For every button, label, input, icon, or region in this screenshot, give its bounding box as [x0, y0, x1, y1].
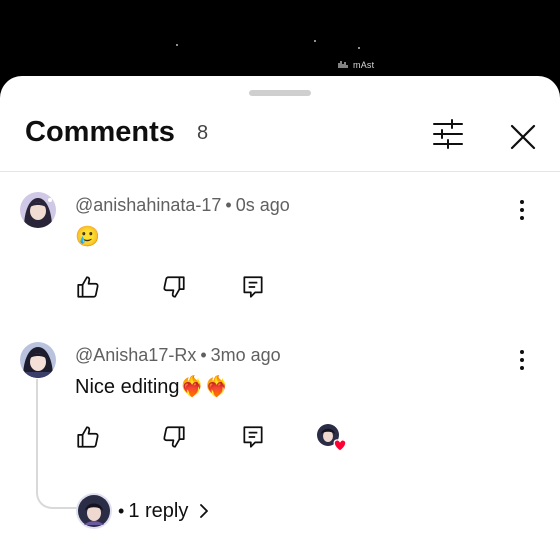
- more-options-button[interactable]: [512, 348, 532, 372]
- drag-handle[interactable]: [249, 90, 311, 96]
- creator-heart-icon: [317, 424, 347, 452]
- comment-text: Nice editing❤️‍🔥❤️‍🔥: [75, 376, 230, 398]
- comments-sheet: Comments 8 @anishahinata-17 • 0s ago 🥲 @…: [0, 76, 560, 560]
- comment-time: 0s ago: [235, 195, 290, 215]
- thumb-down-icon: [163, 276, 185, 298]
- reply-button[interactable]: [240, 424, 266, 450]
- header-divider: [0, 171, 560, 172]
- comment-author[interactable]: @anishahinata-17: [75, 195, 221, 215]
- avatar: [76, 493, 112, 529]
- video-speck: [358, 47, 360, 49]
- reply-icon: [243, 276, 263, 298]
- comment-meta: @Anisha17-Rx • 3mo ago: [75, 345, 281, 365]
- comment-time: 3mo ago: [210, 345, 281, 365]
- dislike-button[interactable]: [161, 274, 187, 300]
- comment-meta: @anishahinata-17 • 0s ago: [75, 195, 290, 215]
- thumb-up-icon: [77, 426, 99, 448]
- video-speck: [176, 44, 178, 46]
- comment-author[interactable]: @Anisha17-Rx: [75, 345, 196, 365]
- like-button[interactable]: [75, 274, 101, 300]
- creator-heart-badge: [316, 423, 348, 453]
- reply-button[interactable]: [240, 274, 266, 300]
- reply-icon: [243, 426, 263, 448]
- like-button[interactable]: [75, 424, 101, 450]
- sliders-icon: [433, 119, 463, 149]
- thumb-up-icon: [77, 276, 99, 298]
- avatar[interactable]: [20, 342, 56, 378]
- user-avatar-image: [20, 192, 56, 228]
- video-player-area[interactable]: mAst: [0, 0, 560, 80]
- comment-text: 🥲: [75, 226, 100, 248]
- reply-separator: •: [118, 500, 125, 521]
- panel-title: Comments: [25, 116, 175, 148]
- video-watermark: mAst: [338, 60, 374, 70]
- more-options-button[interactable]: [512, 198, 532, 222]
- user-avatar-image: [20, 342, 56, 378]
- comment-count: 8: [197, 122, 209, 144]
- creator-avatar-image: [76, 493, 112, 529]
- dislike-button[interactable]: [161, 424, 187, 450]
- close-icon: [510, 124, 536, 150]
- video-speck: [314, 40, 316, 42]
- more-vert-icon: [520, 350, 524, 370]
- avatar[interactable]: [20, 192, 56, 228]
- sort-filter-button[interactable]: [430, 118, 466, 150]
- view-replies-button[interactable]: • 1 reply: [76, 492, 210, 530]
- watermark-text: mAst: [353, 60, 375, 70]
- chevron-right-icon: [200, 504, 209, 518]
- watermark-icon: [338, 61, 348, 68]
- thread-line: [36, 379, 78, 509]
- reply-count-label: 1 reply: [128, 499, 189, 522]
- close-button[interactable]: [506, 120, 540, 154]
- thumb-down-icon: [163, 426, 185, 448]
- more-vert-icon: [520, 200, 524, 220]
